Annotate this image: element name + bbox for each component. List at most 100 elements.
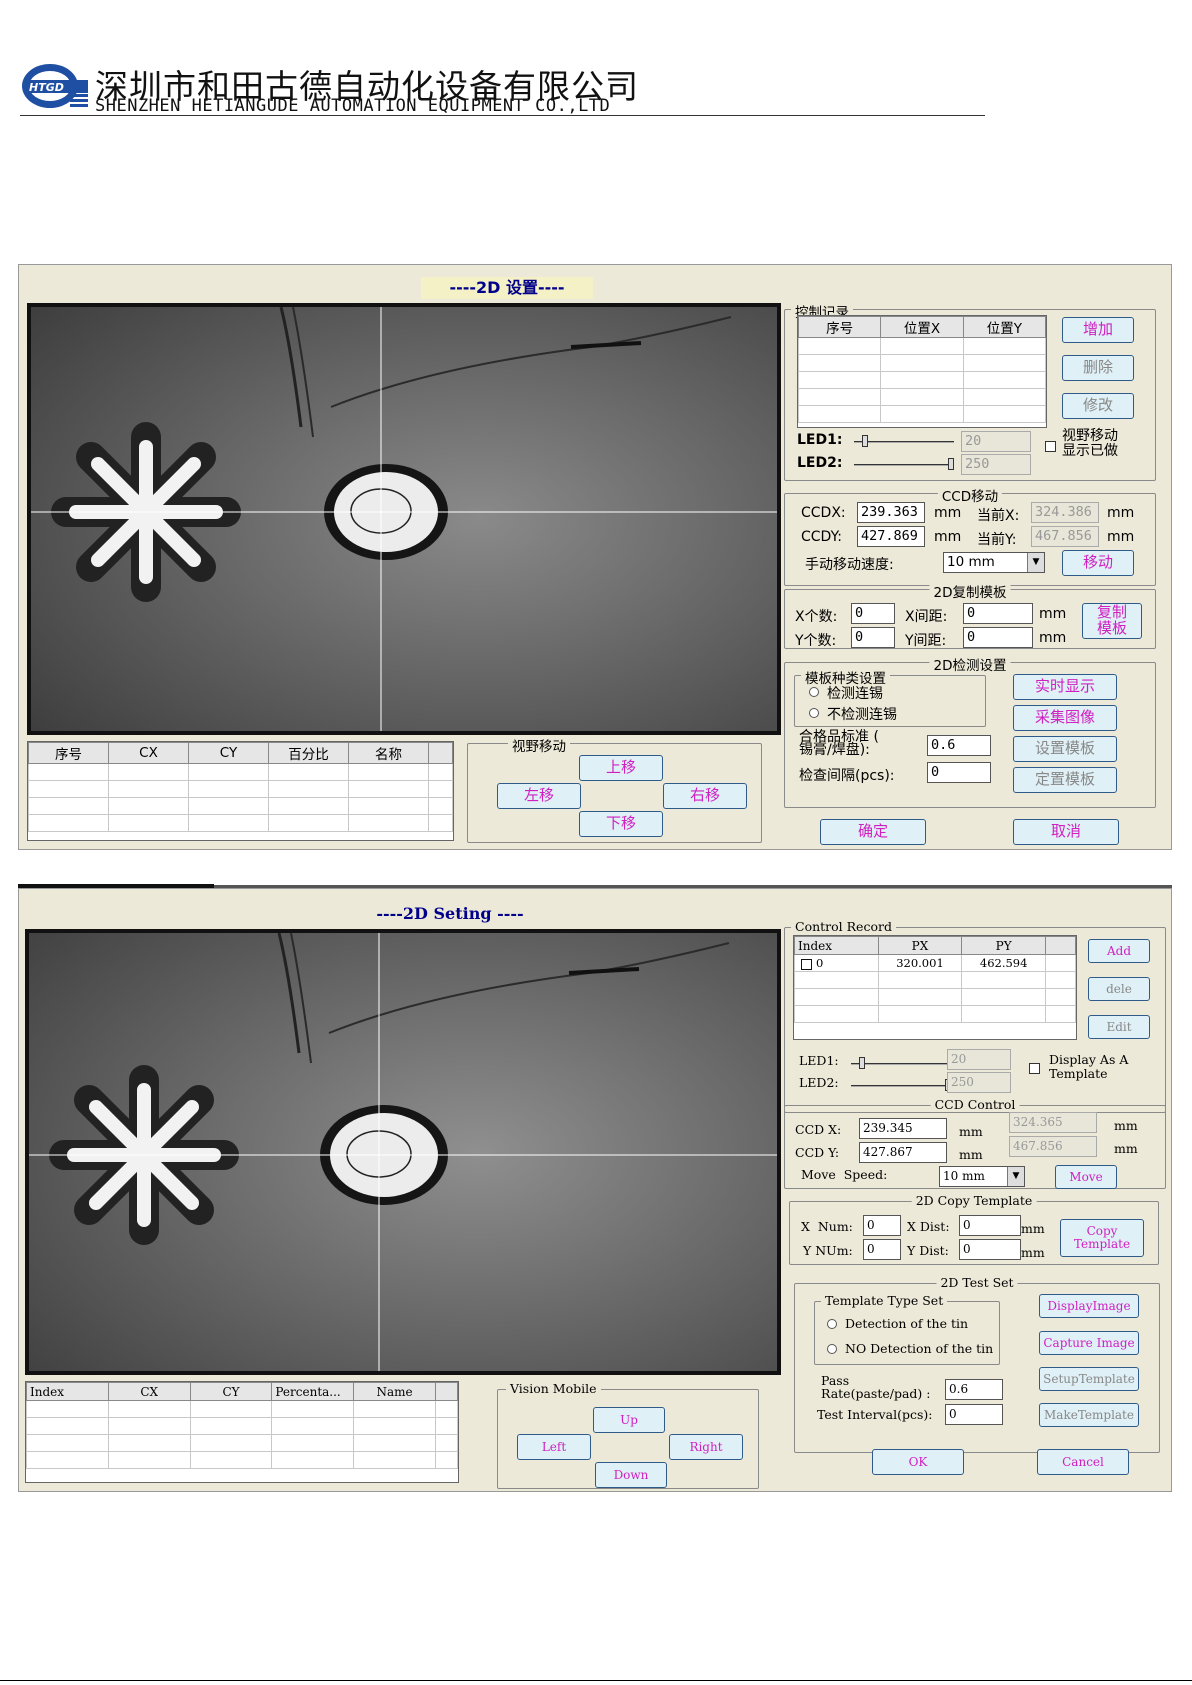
- capture-image-button[interactable]: Capture Image: [1039, 1331, 1139, 1355]
- move-down-button[interactable]: Down: [595, 1462, 667, 1488]
- ydist-input[interactable]: 0: [963, 627, 1033, 648]
- led1-slider[interactable]: [851, 1055, 951, 1071]
- detect-tin-label: 检测连锡: [827, 686, 883, 702]
- pass-rate-input[interactable]: 0.6: [945, 1379, 1003, 1400]
- xnum-input[interactable]: 0: [863, 1215, 901, 1236]
- ynum-label: Y NUm:: [803, 1243, 853, 1258]
- led1-label: LED1:: [799, 1053, 839, 1068]
- move-right-button[interactable]: Right: [669, 1434, 743, 1460]
- detect-tin-radio[interactable]: [827, 1319, 837, 1329]
- display-image-button[interactable]: DisplayImage: [1039, 1294, 1139, 1318]
- detect-tin-radio[interactable]: [809, 687, 819, 697]
- header-divider: [20, 115, 985, 116]
- setup-template-button[interactable]: SetupTemplate: [1039, 1367, 1139, 1391]
- xdist-input[interactable]: 0: [963, 603, 1033, 624]
- xdist-input[interactable]: 0: [959, 1215, 1021, 1236]
- document-header: HTGD 深圳市和田古德自动化设备有限公司 SHENZHEN HETIANGUD…: [20, 58, 985, 118]
- chevron-down-icon[interactable]: ▼: [1027, 553, 1044, 572]
- ccdx-input[interactable]: 239.345: [859, 1118, 947, 1139]
- ccdx-input[interactable]: 239.363: [857, 502, 925, 523]
- result-col-name[interactable]: Name: [353, 1382, 436, 1401]
- led1-label: LED1:: [797, 432, 843, 448]
- result-table[interactable]: Index CX CY Percenta... Name: [25, 1381, 459, 1483]
- copy-template-button[interactable]: 复制 模板: [1082, 603, 1142, 639]
- no-detect-tin-radio[interactable]: [809, 708, 819, 718]
- led2-slider[interactable]: [854, 456, 954, 472]
- cancel-button[interactable]: 取消: [1013, 819, 1119, 845]
- record-col-y[interactable]: PY: [961, 936, 1046, 955]
- ydist-unit: mm: [1021, 1245, 1045, 1260]
- move-left-button[interactable]: Left: [517, 1434, 591, 1460]
- setup-template-button[interactable]: 设置模板: [1013, 736, 1117, 762]
- make-template-button[interactable]: 定置模板: [1013, 767, 1117, 793]
- current-y-unit: mm: [1114, 1141, 1138, 1156]
- result-col-index[interactable]: 序号: [28, 742, 109, 764]
- edit-record-button[interactable]: 修改: [1062, 393, 1134, 419]
- interval-label: Test Interval(pcs):: [817, 1407, 933, 1422]
- ccdy-input[interactable]: 427.867: [859, 1142, 947, 1163]
- display-done-checkbox[interactable]: [1045, 441, 1056, 452]
- ynum-input[interactable]: 0: [863, 1239, 901, 1260]
- record-col-index[interactable]: Index: [794, 936, 879, 955]
- result-col-cy[interactable]: CY: [188, 742, 269, 764]
- display-template-checkbox[interactable]: [1029, 1063, 1040, 1074]
- pass-rate-input[interactable]: 0.6: [927, 735, 991, 756]
- chevron-down-icon[interactable]: ▼: [1007, 1167, 1024, 1186]
- add-record-button[interactable]: 增加: [1062, 317, 1134, 343]
- move-up-button[interactable]: 上移: [579, 755, 663, 781]
- record-col-x[interactable]: PX: [877, 936, 963, 955]
- ok-button[interactable]: 确定: [820, 819, 926, 845]
- record-col-y[interactable]: 位置Y: [962, 316, 1046, 338]
- record-col-x[interactable]: 位置X: [880, 316, 964, 338]
- display-image-button[interactable]: 实时显示: [1013, 674, 1117, 700]
- xnum-input[interactable]: 0: [851, 603, 895, 624]
- led2-value: 250: [961, 454, 1031, 475]
- ccdx-label: CCD X:: [795, 1122, 842, 1137]
- ynum-input[interactable]: 0: [851, 627, 895, 648]
- speed-select[interactable]: 10 mm ▼: [943, 552, 1045, 573]
- ccdy-input[interactable]: 427.869: [857, 526, 925, 547]
- result-col-name[interactable]: 名称: [348, 742, 429, 764]
- result-col-index[interactable]: Index: [26, 1382, 109, 1401]
- edit-record-button[interactable]: Edit: [1088, 1015, 1150, 1039]
- result-col-percent[interactable]: 百分比: [268, 742, 349, 764]
- led1-slider[interactable]: [854, 433, 954, 449]
- move-left-button[interactable]: 左移: [497, 783, 581, 809]
- move-button[interactable]: 移动: [1062, 550, 1134, 576]
- no-detect-tin-radio[interactable]: [827, 1344, 837, 1354]
- led1-value: 20: [947, 1049, 1011, 1070]
- capture-image-button[interactable]: 采集图像: [1013, 705, 1117, 731]
- result-col-cy[interactable]: CY: [189, 1382, 273, 1401]
- move-down-button[interactable]: 下移: [579, 811, 663, 837]
- move-right-button[interactable]: 右移: [663, 783, 747, 809]
- move-button[interactable]: Move: [1055, 1165, 1117, 1189]
- table-row[interactable]: 0 320.001 462.594: [794, 954, 1076, 972]
- ydist-label: Y间距:: [905, 633, 947, 649]
- record-table[interactable]: 序号 位置X 位置Y: [797, 315, 1047, 428]
- ccdy-unit: mm: [934, 529, 962, 545]
- ydist-input[interactable]: 0: [959, 1239, 1021, 1260]
- row-checkbox[interactable]: [801, 958, 812, 970]
- result-col-cx[interactable]: CX: [108, 742, 189, 764]
- record-table[interactable]: Index PX PY 0 320.001 462.594: [793, 935, 1077, 1040]
- result-col-spacer: [435, 1382, 458, 1401]
- make-template-button[interactable]: MakeTemplate: [1039, 1403, 1139, 1427]
- interval-input[interactable]: 0: [927, 762, 991, 783]
- cancel-button[interactable]: Cancel: [1037, 1449, 1129, 1475]
- interval-input[interactable]: 0: [945, 1404, 1003, 1425]
- result-col-percent[interactable]: Percenta...: [271, 1382, 355, 1401]
- ok-button[interactable]: OK: [872, 1449, 964, 1475]
- current-x-value: 324.386: [1031, 502, 1099, 523]
- speed-select[interactable]: 10 mm ▼: [939, 1166, 1025, 1187]
- delete-record-button[interactable]: 删除: [1062, 355, 1134, 381]
- copy-template-button[interactable]: Copy Template: [1060, 1219, 1144, 1257]
- delete-record-button[interactable]: dele: [1088, 977, 1150, 1001]
- result-table[interactable]: 序号 CX CY 百分比 名称: [27, 741, 454, 841]
- add-record-button[interactable]: Add: [1088, 939, 1150, 963]
- speed-label: Move Speed:: [801, 1167, 888, 1182]
- result-col-cx[interactable]: CX: [107, 1382, 191, 1401]
- record-col-index[interactable]: 序号: [798, 316, 882, 338]
- move-up-button[interactable]: Up: [593, 1407, 665, 1433]
- current-x-unit: mm: [1107, 505, 1135, 521]
- led2-slider[interactable]: [851, 1077, 951, 1093]
